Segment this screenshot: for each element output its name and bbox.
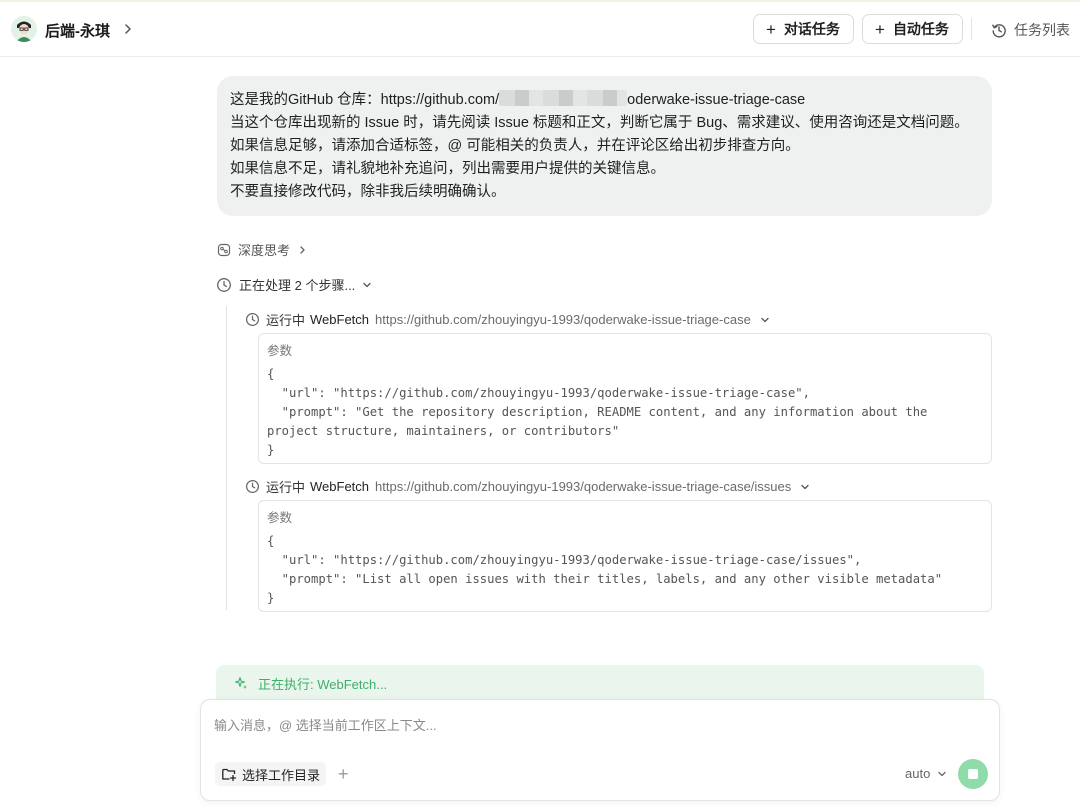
message-input[interactable]: 输入消息，@ 选择当前工作区上下文... xyxy=(214,715,437,734)
page-title[interactable]: 后端-永琪 xyxy=(45,20,110,41)
message-line-4: 如果信息不足，请礼貌地补充追问，列出需要用户提供的关键信息。 xyxy=(230,161,665,177)
deep-thinking-label: 深度思考 xyxy=(238,243,291,258)
stop-icon xyxy=(968,769,978,779)
new-chat-task-button[interactable]: + 对话任务 xyxy=(753,14,854,44)
header: 后端-永琪 + 对话任务 + 自动任务 任务列表 xyxy=(0,2,1080,57)
clock-icon xyxy=(217,277,231,292)
clock-icon xyxy=(245,312,260,327)
tool-name: WebFetch xyxy=(310,312,370,327)
tool-call-header[interactable]: 运行中 WebFetch https://github.com/zhouying… xyxy=(245,477,817,496)
select-workspace-button[interactable]: 选择工作目录 xyxy=(215,762,327,786)
tool-name: WebFetch xyxy=(310,479,370,494)
new-auto-task-label: 自动任务 xyxy=(892,21,949,37)
avatar[interactable] xyxy=(11,16,37,42)
tool-status: 运行中 xyxy=(266,313,306,328)
chevron-down-icon xyxy=(761,317,769,322)
processing-label: 正在处理 2 个步骤... xyxy=(239,278,356,293)
tool-params-panel: 参数 { "url": "https://github.com/zhouying… xyxy=(258,500,992,612)
params-label: 参数 xyxy=(267,511,293,525)
user-message: 这是我的GitHub 仓库：https://github.com/oderwak… xyxy=(217,76,992,216)
chevron-down-icon xyxy=(938,771,946,776)
plus-icon: + xyxy=(875,19,885,39)
processing-steps-toggle[interactable]: 正在处理 2 个步骤... xyxy=(216,275,373,294)
chevron-down-icon xyxy=(801,484,809,489)
clock-icon xyxy=(245,479,260,494)
tool-call-header[interactable]: 运行中 WebFetch https://github.com/zhouying… xyxy=(245,310,777,329)
message-line-5: 不要直接修改代码，除非我后续明确确认。 xyxy=(230,184,506,200)
deep-thinking-toggle[interactable]: 深度思考 xyxy=(217,240,310,259)
executing-label: 正在执行: WebFetch... xyxy=(258,676,388,692)
tool-status: 运行中 xyxy=(266,480,306,495)
redacted-text xyxy=(499,90,628,106)
chevron-right-icon[interactable] xyxy=(122,21,134,37)
params-label: 参数 xyxy=(267,344,293,358)
history-icon xyxy=(992,24,1006,38)
avatar-icon xyxy=(11,16,37,42)
chevron-down-icon xyxy=(363,282,371,287)
new-chat-task-label: 对话任务 xyxy=(783,21,840,37)
message-composer[interactable]: 输入消息，@ 选择当前工作区上下文... 选择工作目录 + auto xyxy=(200,699,1000,801)
params-code: { "url": "https://github.com/zhouyingyu-… xyxy=(267,367,928,457)
brain-icon xyxy=(217,243,231,256)
folder-add-icon xyxy=(222,768,237,782)
task-list-label: 任务列表 xyxy=(1014,22,1070,38)
add-attachment-button[interactable]: + xyxy=(338,762,349,786)
executing-status-bar: 正在执行: WebFetch... xyxy=(216,665,984,701)
tool-url: https://github.com/zhouyingyu-1993/qoder… xyxy=(375,312,751,327)
tool-params-panel: 参数 { "url": "https://github.com/zhouying… xyxy=(258,333,992,464)
message-line-2: 当这个仓库出现新的 Issue 时，请先阅读 Issue 标题和正文，判断它属于… xyxy=(230,115,969,131)
task-list-button[interactable]: 任务列表 xyxy=(991,20,1070,40)
chevron-right-icon xyxy=(300,245,305,254)
new-auto-task-button[interactable]: + 自动任务 xyxy=(862,14,963,44)
message-line-1-prefix: 这是我的GitHub 仓库：https://github.com/ xyxy=(230,92,500,108)
model-label: auto xyxy=(905,766,931,781)
model-selector[interactable]: auto xyxy=(905,766,947,781)
params-code: { "url": "https://github.com/zhouyingyu-… xyxy=(267,534,943,605)
stop-button[interactable] xyxy=(958,759,988,789)
select-workspace-label: 选择工作目录 xyxy=(242,767,321,783)
plus-icon: + xyxy=(766,19,776,39)
message-line-3: 如果信息足够，请添加合适标签，@ 可能相关的负责人，并在评论区给出初步排查方向。 xyxy=(230,138,800,154)
message-line-1: 这是我的GitHub 仓库：https://github.com/oderwak… xyxy=(230,89,979,112)
message-line-1-suffix: oderwake-issue-triage-case xyxy=(627,92,806,108)
sparkle-icon xyxy=(234,676,247,689)
header-divider xyxy=(971,18,972,40)
tool-url: https://github.com/zhouyingyu-1993/qoder… xyxy=(375,479,792,494)
steps-connector-line xyxy=(226,306,227,610)
